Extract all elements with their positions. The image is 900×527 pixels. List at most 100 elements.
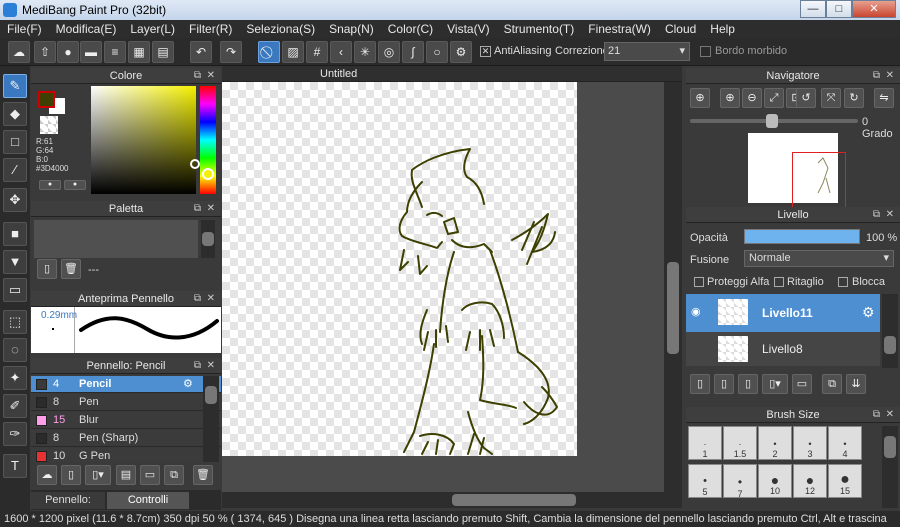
add-layer-dropdown-icon[interactable]: ▯▾ — [762, 374, 788, 394]
brush-size-cell[interactable]: ● 10 — [758, 464, 792, 498]
folder-icon[interactable]: ▭ — [792, 374, 812, 394]
zoom-in-icon[interactable]: ⊕ — [690, 88, 710, 108]
zoom-in-small-icon[interactable]: ⊕ — [720, 88, 740, 108]
rotation-slider-handle[interactable] — [766, 114, 778, 128]
flip-icon[interactable]: ⇋ — [874, 88, 894, 108]
scroll-thumb[interactable] — [667, 262, 679, 354]
brush-size-cell[interactable]: • 4 — [828, 426, 862, 460]
scroll-thumb[interactable] — [884, 436, 896, 458]
menu-select[interactable]: Seleziona(S) — [239, 22, 322, 36]
close-icon[interactable]: ✕ — [886, 68, 894, 84]
palette-swatch-area[interactable] — [34, 220, 198, 258]
close-icon[interactable]: ✕ — [886, 207, 894, 223]
tab-untitled[interactable]: Untitled — [320, 66, 357, 82]
concentric-snap-icon[interactable]: ◎ — [378, 41, 400, 63]
close-icon[interactable]: ✕ — [886, 407, 894, 423]
parallel-snap-icon[interactable]: ▨ — [282, 41, 304, 63]
comment-icon[interactable]: ▬ — [80, 41, 102, 63]
scroll-thumb[interactable] — [202, 232, 214, 246]
blend-mode-select[interactable]: Normale ▾ — [744, 250, 894, 267]
brush-size-cell[interactable]: · 1.5 — [723, 426, 757, 460]
expand-icon[interactable]: ⧉ — [194, 68, 201, 84]
expand-icon[interactable]: ⧉ — [194, 358, 201, 374]
protect-alpha-checkbox[interactable] — [694, 277, 704, 287]
navigator-preview[interactable] — [748, 133, 846, 210]
minimize-button[interactable]: — — [800, 0, 826, 18]
zoom-out-icon[interactable]: ⊖ — [742, 88, 762, 108]
canvas-vertical-scrollbar[interactable] — [664, 82, 682, 492]
eyedropper-icon[interactable]: ● — [64, 180, 86, 190]
brush-tool-icon[interactable]: ✎ — [3, 74, 27, 98]
lasso-tool-icon[interactable]: ◌ — [3, 338, 27, 362]
antialias-checkbox[interactable]: ✕ — [480, 46, 491, 57]
menu-color[interactable]: Color(C) — [381, 22, 440, 36]
rotate-right-icon[interactable]: ↻ — [844, 88, 864, 108]
layer-scrollbar[interactable] — [882, 294, 898, 368]
foreground-color-swatch[interactable] — [38, 91, 55, 108]
clipping-checkbox[interactable] — [774, 277, 784, 287]
fit-screen-icon[interactable]: ⤢ — [764, 88, 784, 108]
brush-item[interactable]: 8 Pen (Sharp) — [31, 430, 221, 447]
scroll-thumb[interactable] — [884, 336, 896, 354]
new-palette-icon[interactable]: ▯ — [37, 259, 57, 279]
close-icon[interactable]: ✕ — [207, 358, 215, 374]
circle-snap-icon[interactable]: ○ — [426, 41, 448, 63]
bucket-tool-icon[interactable]: ▼ — [3, 250, 27, 274]
menu-help[interactable]: Help — [703, 22, 742, 36]
trash-icon[interactable]: 🗑 — [193, 465, 213, 485]
edit-brush-icon[interactable]: ▤ — [116, 465, 136, 485]
scroll-thumb[interactable] — [205, 386, 217, 404]
brush-size-cell[interactable]: • 7 — [723, 464, 757, 499]
move-tool-icon[interactable]: ✥ — [3, 188, 27, 212]
add-brush-dropdown-icon[interactable]: ▯▾ — [85, 465, 111, 485]
transparent-swatch[interactable] — [40, 116, 58, 134]
rectangle-tool-icon[interactable]: □ — [3, 130, 27, 154]
vanishing-snap-icon[interactable]: ‹ — [330, 41, 352, 63]
undo-icon[interactable]: ↶ — [190, 41, 212, 63]
menu-filter[interactable]: Filter(R) — [182, 22, 239, 36]
cloud-icon[interactable]: ☁ — [8, 41, 30, 63]
settings-gear-icon[interactable]: ⚙ — [450, 41, 472, 63]
swap-colors-icon[interactable]: ● — [39, 180, 61, 190]
saturation-value-picker[interactable] — [91, 86, 200, 194]
brush-size-cell[interactable]: • 2 — [758, 426, 792, 460]
folder-icon[interactable]: ▭ — [140, 465, 160, 485]
merge-down-icon[interactable]: ⇊ — [846, 374, 866, 394]
dot-brush-tool-icon[interactable]: ⁄ — [3, 158, 27, 182]
layer-row[interactable]: Livello8 — [686, 332, 880, 366]
menu-cloud[interactable]: Cloud — [658, 22, 703, 36]
select-rect-tool-icon[interactable]: ⬚ — [3, 310, 27, 334]
speech-bubble-icon[interactable]: ● — [57, 41, 79, 63]
eraser-tool-icon[interactable]: ◆ — [3, 102, 27, 126]
drawing-canvas[interactable] — [222, 82, 577, 456]
rotate-left-icon[interactable]: ↺ — [796, 88, 816, 108]
menu-view[interactable]: Vista(V) — [440, 22, 496, 36]
lock-checkbox[interactable] — [838, 277, 848, 287]
layer-row[interactable]: ◉ Livello11 ⚙ — [686, 294, 880, 332]
new-brush-icon[interactable]: ▯ — [61, 465, 81, 485]
brush-item[interactable]: 15 Blur — [31, 412, 221, 429]
opacity-slider[interactable] — [744, 229, 860, 244]
new-8bit-layer-icon[interactable]: ▯ — [738, 374, 758, 394]
gear-icon[interactable]: ⚙ — [183, 376, 193, 393]
brush-size-cell[interactable]: · 1 — [688, 426, 722, 460]
correction-select[interactable]: 21 ▾ — [604, 42, 690, 61]
fill-rect-tool-icon[interactable]: ■ — [3, 222, 27, 246]
duplicate-icon[interactable]: ⧉ — [164, 465, 184, 485]
cloud-download-icon[interactable]: ☁ — [37, 465, 57, 485]
expand-icon[interactable]: ⧉ — [194, 201, 201, 217]
menu-window[interactable]: Finestra(W) — [581, 22, 658, 36]
layers-icon[interactable]: ≡ — [104, 41, 126, 63]
brush-size-scrollbar[interactable] — [882, 426, 898, 508]
brush-scrollbar[interactable] — [203, 376, 219, 462]
expand-icon[interactable]: ⧉ — [873, 407, 880, 423]
tab-brush-controls[interactable]: Controlli Pennello — [107, 492, 189, 523]
gradient-tool-icon[interactable]: ▭ — [3, 278, 27, 302]
grid-snap-icon[interactable]: # — [306, 41, 328, 63]
new-layer-icon[interactable]: ▯ — [690, 374, 710, 394]
menu-edit[interactable]: Modifica(E) — [49, 22, 124, 36]
curve-snap-icon[interactable]: ∫ — [402, 41, 424, 63]
rotation-slider[interactable] — [690, 114, 858, 128]
select-eraser-tool-icon[interactable]: ✑ — [3, 422, 27, 446]
trash-icon[interactable]: 🗑 — [61, 259, 81, 279]
